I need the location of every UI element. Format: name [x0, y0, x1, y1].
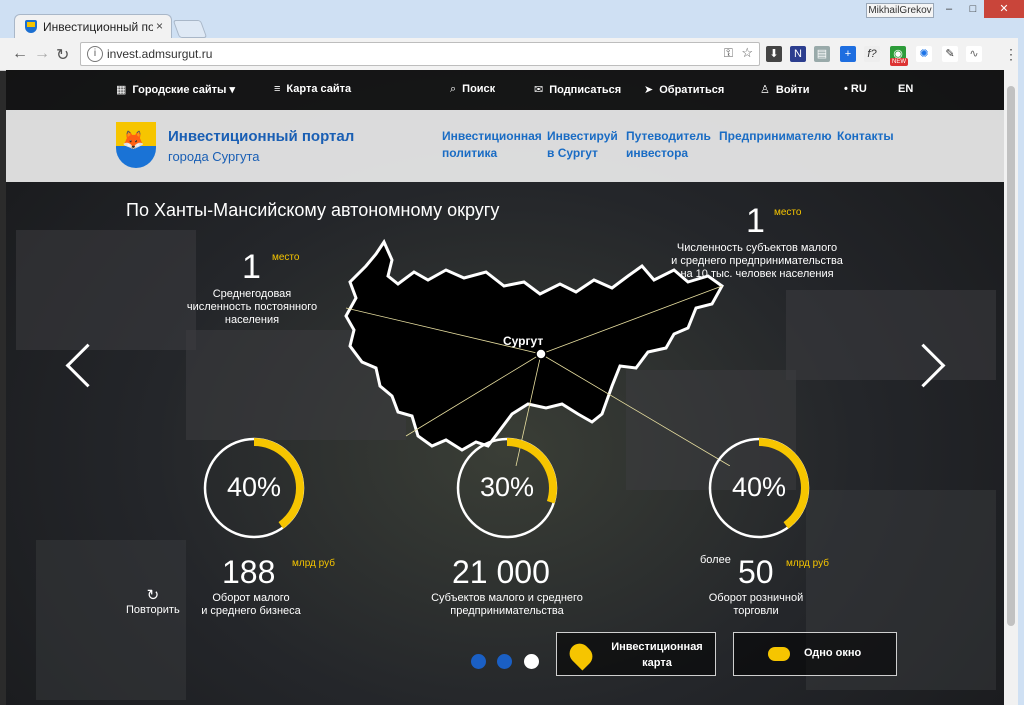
browser-menu-icon[interactable]: ⋮: [1004, 46, 1018, 63]
gauge-1-percent: 40%: [226, 472, 282, 502]
extension-react-icon[interactable]: ✺: [916, 46, 932, 62]
reload-icon[interactable]: ↻: [56, 45, 69, 65]
lang-ru-link[interactable]: • RU: [844, 83, 867, 95]
login-link[interactable]: ♙ Войти: [760, 83, 809, 96]
extension-formula-icon[interactable]: f?: [864, 46, 880, 62]
rank-right-unit: место: [774, 207, 802, 218]
stat-3-prefix: более: [700, 554, 731, 566]
site-header: 🦊 Инвестиционный портал города Сургута И…: [6, 110, 1004, 182]
extension-pen-icon[interactable]: ✎: [942, 46, 958, 62]
surgut-city-marker: [535, 348, 547, 360]
mail-icon: ✉: [534, 84, 544, 96]
rank-right-desc: Численность субъектов малого и среднего п…: [671, 242, 843, 280]
rank-right-value: 1: [746, 202, 765, 240]
gauge-1: 40%: [200, 434, 308, 542]
menu-investment-policy[interactable]: Инвестиционная политика: [442, 128, 542, 162]
grid-icon: ▦: [116, 84, 127, 96]
extension-wave-icon[interactable]: ∿: [966, 46, 982, 62]
maximize-button[interactable]: □: [960, 0, 986, 18]
key-icon[interactable]: ⚿: [724, 46, 733, 61]
gauge-2-percent: 30%: [479, 472, 535, 502]
prev-slide-arrow-icon[interactable]: [65, 343, 110, 388]
minimize-button[interactable]: –: [936, 0, 962, 18]
gauge-3: 40%: [705, 434, 813, 542]
forward-icon[interactable]: →: [34, 45, 50, 63]
close-window-button[interactable]: ✕: [984, 0, 1024, 18]
slide-dot-3[interactable]: [524, 654, 539, 669]
one-window-button[interactable]: Одно окно: [733, 632, 897, 676]
lang-en-link[interactable]: EN: [898, 83, 913, 95]
map-pin-icon: [565, 639, 597, 671]
stat-2-caption: Субъектов малого и среднего предпринимате…: [431, 592, 583, 617]
browser-titlebar: Инвестиционный порта × MikhailGrekov – □…: [0, 0, 1024, 39]
profile-badge[interactable]: MikhailGrekov: [866, 3, 934, 18]
repeat-label: Повторить: [126, 604, 180, 616]
portal-title[interactable]: Инвестиционный портал: [168, 128, 354, 145]
rank-left-unit: место: [272, 252, 300, 263]
tab-title: Инвестиционный порта: [43, 20, 153, 34]
list-icon: ≡: [274, 83, 281, 95]
stat-1-caption: Оборот малого и среднего бизнеса: [201, 592, 301, 617]
top-navigation: ▦ Городские сайты ▾ ≡ Карта сайта ⌕ Поиск ✉…: [6, 70, 1004, 110]
chat-bubble-icon: [768, 647, 790, 661]
gauge-3-percent: 40%: [731, 472, 787, 502]
page-viewport: ▦ Городские сайты ▾ ≡ Карта сайта ⌕ Поиск ✉…: [6, 70, 1004, 705]
investment-map-button[interactable]: Инвестиционная карта: [556, 632, 716, 676]
new-tab-button[interactable]: [172, 20, 208, 38]
back-icon[interactable]: ←: [12, 45, 28, 63]
contact-link[interactable]: ➤ Обратиться: [644, 83, 724, 96]
user-icon: ♙: [760, 84, 770, 96]
repeat-icon: ↻: [146, 587, 160, 604]
scrollbar-thumb[interactable]: [1007, 86, 1015, 626]
rank-left-value: 1: [242, 248, 261, 286]
region-title: По Ханты-Мансийскому автономному округу: [126, 200, 500, 220]
slide-dot-2[interactable]: [497, 654, 512, 669]
bookmark-star-icon[interactable]: ☆: [741, 45, 753, 61]
extension-plus-icon[interactable]: +: [840, 46, 856, 62]
portal-subtitle: города Сургута: [168, 149, 260, 164]
extension-doc-icon[interactable]: ▤: [814, 46, 830, 62]
info-icon[interactable]: i: [87, 46, 103, 62]
extension-download-icon[interactable]: ⬇: [766, 46, 782, 62]
rank-left-desc: Среднегодовая численность постоянного насе…: [186, 288, 318, 326]
tab-close-icon[interactable]: ×: [156, 19, 163, 33]
stat-1-unit: млрд руб: [292, 558, 335, 569]
menu-entrepreneur[interactable]: Предпринимателю: [719, 128, 832, 145]
send-icon: ➤: [644, 84, 654, 96]
stat-3-caption: Оборот розничной торговли: [708, 592, 804, 617]
site-favicon-icon: [25, 20, 37, 33]
page-scrollbar[interactable]: [1004, 70, 1018, 705]
sitemap-link[interactable]: ≡ Карта сайта: [274, 83, 351, 95]
stat-2-value: 21 000: [452, 554, 550, 590]
gauge-2: 30%: [453, 434, 561, 542]
browser-toolbar: ← → ↻ i invest.admsurgut.ru ⚿ ☆ ⬇ N ▤ + …: [0, 38, 1024, 71]
repeat-button[interactable]: ↻ Повторить: [126, 586, 180, 616]
stat-3-value: 50: [738, 554, 774, 590]
city-sites-link[interactable]: ▦ Городские сайты ▾: [116, 83, 235, 96]
new-badge: NEW: [890, 58, 908, 66]
stat-1-value: 188: [222, 554, 276, 590]
extension-n-icon[interactable]: N: [790, 46, 806, 62]
search-link[interactable]: ⌕ Поиск: [450, 83, 495, 96]
menu-invest-in-surgut[interactable]: Инвестируй в Сургут: [547, 128, 618, 162]
browser-tab[interactable]: Инвестиционный порта ×: [14, 14, 172, 39]
surgut-coat-of-arms-logo[interactable]: 🦊: [116, 122, 156, 168]
subscribe-link[interactable]: ✉ Подписаться: [534, 83, 621, 96]
slide-dot-1[interactable]: [471, 654, 486, 669]
menu-investor-guide[interactable]: Путеводитель инвестора: [626, 128, 711, 162]
search-icon: ⌕: [450, 83, 457, 95]
address-bar[interactable]: i invest.admsurgut.ru ⚿ ☆: [80, 42, 760, 66]
city-label: Сургут: [503, 334, 544, 348]
url-text[interactable]: invest.admsurgut.ru: [107, 47, 212, 61]
menu-contacts[interactable]: Контакты: [837, 128, 894, 145]
stat-3-unit: млрд руб: [786, 558, 829, 569]
